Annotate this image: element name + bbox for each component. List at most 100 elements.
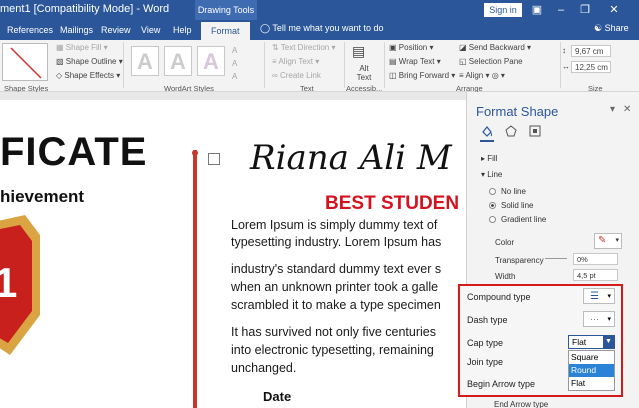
- align-text-label: Align Text: [278, 57, 313, 66]
- signature-text: Riana Ali M: [250, 138, 452, 178]
- line-width-field[interactable]: 4,5 pt: [573, 269, 618, 281]
- dash-type-dropdown[interactable]: ⋯ ▾: [583, 311, 615, 327]
- document-canvas[interactable]: FICATE hievement 1 Riana Ali M BEST STUD…: [0, 100, 466, 408]
- cap-option-square[interactable]: Square: [569, 351, 614, 364]
- shape-fill-label: Shape Fill: [65, 43, 102, 52]
- chevron-down-icon: ▾: [607, 293, 611, 300]
- solid-line-radio[interactable]: Solid line: [489, 201, 533, 210]
- horizontal-ruler[interactable]: [0, 92, 466, 100]
- body-line: unchanged.: [231, 361, 297, 375]
- wordart-style-3[interactable]: A: [197, 46, 225, 76]
- send-backward-button[interactable]: ◪ Send Backward ▾: [459, 43, 531, 52]
- body-line: scrambled it to make a type specimen: [231, 298, 441, 312]
- cap-option-round[interactable]: Round: [569, 364, 614, 377]
- transparency-slider[interactable]: [545, 258, 567, 259]
- tab-references[interactable]: References: [7, 23, 53, 40]
- tell-me-search[interactable]: ◯ Tell me what you want to do: [260, 23, 383, 34]
- body-line: when an unknown printer took a galle: [231, 280, 439, 294]
- share-button[interactable]: ☯ Share: [594, 23, 629, 34]
- solid-line-label: Solid line: [501, 201, 534, 210]
- tab-mailings[interactable]: Mailings: [60, 23, 93, 40]
- position-label: Position: [398, 43, 428, 52]
- color-label: Color: [495, 238, 515, 247]
- join-type-label: Join type: [467, 357, 504, 367]
- transparency-field[interactable]: 0%: [573, 253, 618, 265]
- radio-icon: [489, 216, 496, 223]
- badge-number: 1: [0, 259, 17, 306]
- transparency-label: Transparency: [495, 256, 544, 265]
- shape-outline-label: Shape Outline: [65, 57, 117, 66]
- no-line-radio[interactable]: No line: [489, 187, 526, 196]
- wordart-style-2[interactable]: A: [164, 46, 192, 76]
- pen-color-icon: ✎: [598, 235, 607, 246]
- align-text-button[interactable]: ≡ Align Text ▾: [272, 57, 319, 66]
- wordart-outline-icon[interactable]: A: [232, 59, 237, 68]
- tab-review[interactable]: Review: [101, 23, 131, 40]
- layout-properties-tab-icon[interactable]: [528, 124, 542, 138]
- restore-icon[interactable]: ❐: [576, 2, 594, 18]
- text-direction-button[interactable]: ⇅ Text Direction ▾: [272, 43, 336, 52]
- line-section-header[interactable]: ▾ Line: [481, 170, 502, 179]
- align-button[interactable]: ≡ Align ▾ ◎ ▾: [459, 71, 505, 80]
- chevron-down-icon: ▾: [615, 237, 619, 244]
- height-field[interactable]: 9,67 cm: [571, 45, 611, 57]
- shape-outline-button[interactable]: ▧ Shape Outline ▾: [56, 57, 123, 66]
- divider: [264, 42, 265, 88]
- bring-forward-button[interactable]: ◫ Bring Forward ▾: [389, 71, 455, 80]
- effects-tab-icon[interactable]: [504, 124, 518, 138]
- create-link-label: Create Link: [279, 71, 321, 80]
- pane-close-icon[interactable]: ✕: [623, 104, 631, 115]
- chevron-down-icon[interactable]: ▼: [603, 336, 614, 348]
- ribbon-display-icon[interactable]: ▣: [528, 2, 546, 18]
- compound-lines-icon: ☰: [590, 291, 599, 302]
- certificate-title: FICATE: [0, 130, 148, 174]
- drawing-tools-label: Drawing Tools: [195, 0, 257, 20]
- begin-arrow-type-label: Begin Arrow type: [467, 379, 536, 389]
- tab-help[interactable]: Help: [173, 23, 192, 40]
- text-direction-label: Text Direction: [280, 43, 330, 52]
- fill-section-header[interactable]: ▸ Fill: [481, 154, 497, 163]
- layout-options-icon[interactable]: [208, 153, 220, 165]
- minimize-icon[interactable]: –: [552, 2, 570, 18]
- wrap-text-button[interactable]: ▤ Wrap Text ▾: [389, 57, 441, 66]
- fill-line-tab-icon[interactable]: [480, 124, 494, 138]
- certificate-subtitle: hievement: [0, 187, 85, 206]
- position-button[interactable]: ▣ Position ▾: [389, 43, 434, 52]
- shape-style-preview[interactable]: [2, 43, 48, 81]
- selection-pane-button[interactable]: ◱ Selection Pane: [459, 57, 523, 66]
- alt-text-button[interactable]: Alt Text: [354, 64, 374, 82]
- body-line: into electronic typesetting, remaining: [231, 343, 434, 357]
- award-badge-icon: 1: [0, 215, 40, 355]
- wordart-effects-icon[interactable]: A: [232, 72, 237, 81]
- create-link-button[interactable]: ∞ Create Link: [272, 71, 321, 80]
- pane-options-icon[interactable]: ▾: [610, 104, 615, 115]
- width-field[interactable]: 12,25 cm: [571, 61, 611, 73]
- close-icon[interactable]: ✕: [605, 2, 623, 18]
- color-picker-button[interactable]: ✎ ▾: [594, 233, 622, 249]
- tab-format[interactable]: Format: [201, 22, 250, 40]
- tab-view[interactable]: View: [141, 23, 160, 40]
- sign-in-button[interactable]: Sign in: [484, 3, 522, 17]
- divider: [344, 42, 345, 88]
- align-label: Align: [465, 71, 484, 80]
- alt-text-icon[interactable]: ▤: [352, 43, 365, 60]
- radio-selected-icon: [489, 202, 496, 209]
- shape-effects-button[interactable]: ◇ Shape Effects ▾: [56, 71, 120, 80]
- diagonal-line-icon: [10, 47, 42, 79]
- selected-line-shape[interactable]: [193, 150, 197, 408]
- wordart-fill-icon[interactable]: A: [232, 46, 237, 55]
- cap-type-label: Cap type: [467, 338, 504, 348]
- wrap-text-label: Wrap Text: [398, 57, 435, 66]
- compound-type-label: Compound type: [467, 292, 531, 302]
- selection-handle[interactable]: [192, 150, 198, 156]
- wordart-style-1[interactable]: A: [131, 46, 159, 76]
- gradient-line-radio[interactable]: Gradient line: [489, 215, 546, 224]
- cap-type-select[interactable]: Flat ▼: [568, 335, 615, 349]
- lightbulb-icon: ◯: [260, 23, 273, 33]
- body-line: It has survived not only five centuries: [231, 325, 436, 339]
- compound-type-dropdown[interactable]: ☰ ▾: [583, 288, 615, 304]
- tell-me-text: Tell me what you want to do: [272, 23, 384, 33]
- cap-option-flat[interactable]: Flat: [569, 377, 614, 390]
- ribbon-format: ▦ Shape Fill ▾ ▧ Shape Outline ▾ ◇ Shape…: [0, 40, 639, 93]
- shape-fill-button[interactable]: ▦ Shape Fill ▾: [56, 43, 108, 52]
